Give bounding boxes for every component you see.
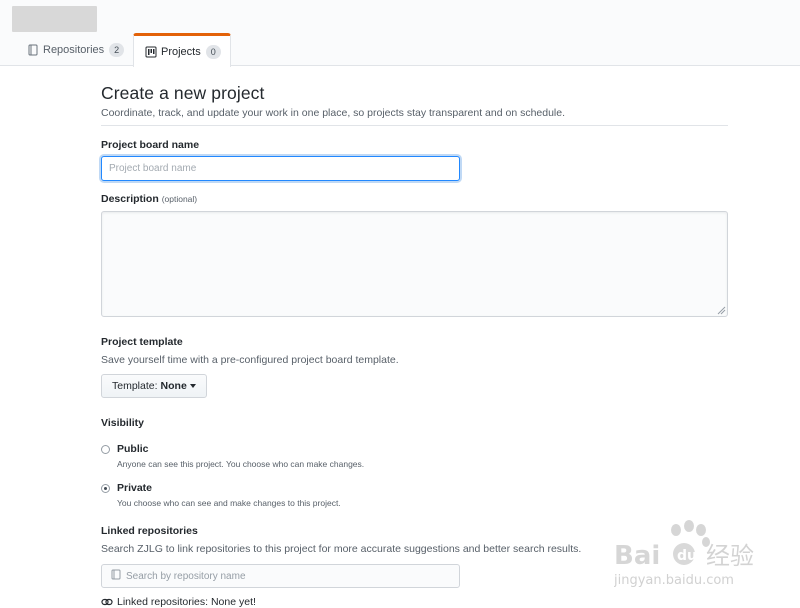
caret-down-icon [189,384,196,388]
template-button-prefix: Template: [112,380,158,392]
baidu-watermark: Bai du 经验 jingyan.baidu.com [613,520,764,590]
svg-text:du: du [677,548,697,564]
project-icon [145,46,157,58]
linked-repos-note: Search ZJLG to link repositories to this… [101,543,582,555]
template-button-value: None [160,380,187,392]
public-radio[interactable] [101,445,110,454]
description-label-text: Description [101,193,159,205]
template-label: Project template [101,336,183,348]
repo-search-field[interactable] [101,564,460,588]
header-divider [101,125,728,126]
repo-icon [27,44,39,56]
svg-text:经验: 经验 [706,542,754,570]
tab-projects-count: 0 [205,44,221,59]
private-note: You choose who can see and make changes … [117,498,341,508]
tab-repositories-label: Repositories [43,44,105,56]
project-name-label: Project board name [101,139,200,151]
repo-icon [111,567,121,585]
link-icon [101,597,113,607]
template-note: Save yourself time with a pre-configured… [101,354,399,366]
tab-repositories[interactable]: Repositories 2 [27,34,125,66]
public-title: Public [117,443,149,455]
baidu-paw-icon: Bai du 经验 jingyan.baidu.com [613,520,754,588]
resize-grip-icon[interactable] [716,305,726,315]
description-textarea[interactable] [101,211,728,317]
private-title: Private [117,482,153,494]
template-select-button[interactable]: Template: None [101,374,207,398]
blurred-logo [12,6,97,32]
tab-projects[interactable]: Projects 0 [133,33,231,67]
linked-repos-label: Linked repositories [101,525,198,537]
repo-search-input[interactable] [121,570,441,582]
description-label: Description (optional) [101,193,197,205]
visibility-label: Visibility [101,417,144,429]
page-title: Create a new project [101,83,265,103]
tab-projects-label: Projects [161,45,201,58]
tab-repositories-count: 2 [109,43,125,57]
svg-text:Bai: Bai [614,541,660,571]
linked-repos-status: Linked repositories: None yet! [101,596,256,608]
public-note: Anyone can see this project. You choose … [117,459,365,469]
repo-nav-bar: Repositories 2 Projects 0 [0,0,800,67]
linked-repos-status-text: Linked repositories: None yet! [117,596,256,608]
description-optional: (optional) [161,194,198,204]
visibility-option-public[interactable]: Public Anyone can see this project. You … [101,443,364,469]
project-name-input[interactable] [101,156,460,181]
private-radio[interactable] [101,484,110,493]
svg-text:jingyan.baidu.com: jingyan.baidu.com [614,573,734,588]
page-subtitle: Coordinate, track, and update your work … [101,107,566,119]
visibility-option-private[interactable]: Private You choose who can see and make … [101,482,341,508]
